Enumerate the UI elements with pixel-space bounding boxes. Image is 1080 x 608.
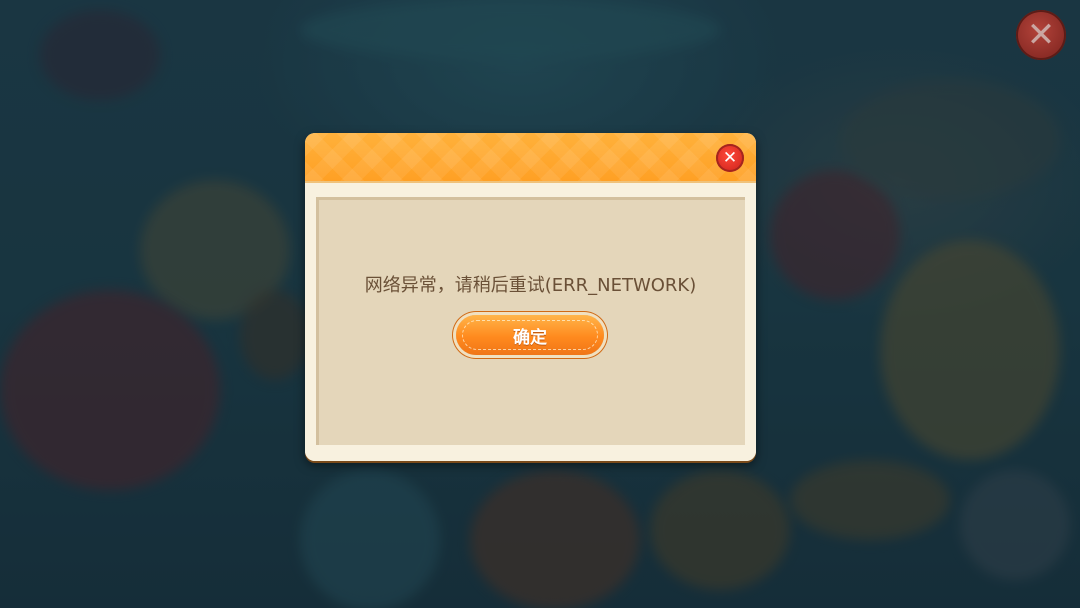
- confirm-button-label: 确定: [513, 327, 547, 348]
- top-close-button[interactable]: ✕: [1016, 10, 1066, 60]
- dialog-close-button[interactable]: ✕: [716, 144, 744, 172]
- dialog-header: [305, 133, 756, 183]
- close-icon: ✕: [722, 147, 738, 168]
- close-icon: ✕: [1026, 15, 1056, 55]
- error-message: 网络异常，请稍后重试(ERR_NETWORK): [364, 275, 697, 296]
- confirm-button[interactable]: 确定: [456, 315, 604, 355]
- error-dialog: ✕ 网络异常，请稍后重试(ERR_NETWORK) 确定: [305, 133, 756, 461]
